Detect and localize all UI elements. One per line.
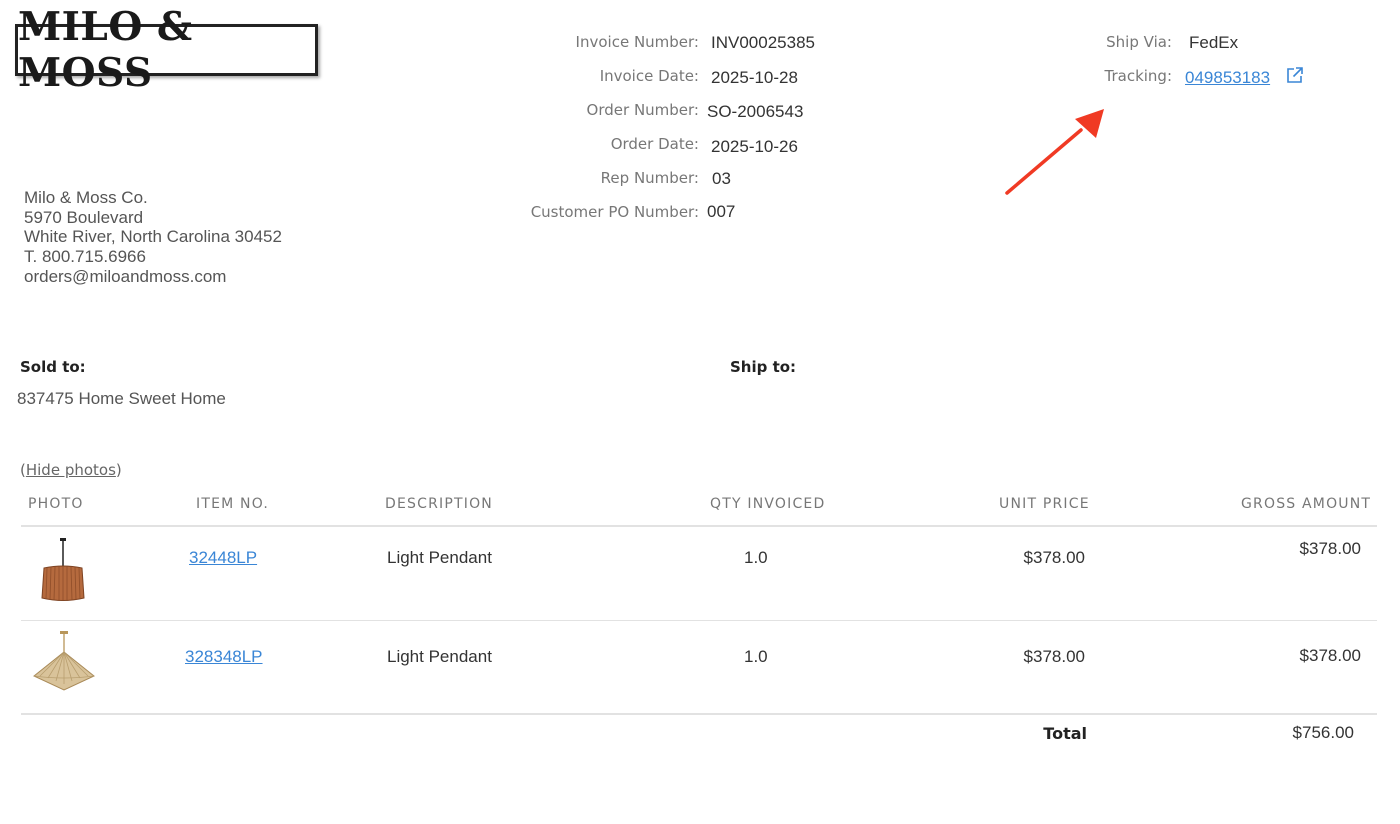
external-link-icon[interactable] bbox=[1285, 65, 1305, 85]
tracking-number-link[interactable]: 049853183 bbox=[1185, 68, 1270, 88]
total-value: $756.00 bbox=[1292, 723, 1354, 742]
item-qty: 1.0 bbox=[744, 647, 768, 666]
table-footer-divider bbox=[21, 713, 1377, 715]
tracking-label: Tracking: bbox=[1104, 67, 1173, 85]
sold-to-value: 837475 Home Sweet Home bbox=[17, 389, 226, 408]
column-header-unit-price: UNIT PRICE bbox=[999, 496, 1090, 512]
item-number-link[interactable]: 32448LP bbox=[189, 548, 257, 568]
ship-to-heading: Ship to: bbox=[730, 358, 797, 376]
order-date-label: Order Date: bbox=[610, 135, 699, 153]
invoice-date-label: Invoice Date: bbox=[599, 67, 699, 85]
item-gross-amount: $378.00 bbox=[1299, 646, 1361, 665]
invoice-number-label: Invoice Number: bbox=[575, 33, 699, 51]
hide-photos-close-paren: ) bbox=[115, 461, 122, 479]
table-header-divider bbox=[21, 525, 1377, 527]
brand-logo: MILO & MOSS bbox=[15, 4, 318, 96]
order-number-value: SO-2006543 bbox=[707, 102, 804, 121]
ship-via-label: Ship Via: bbox=[1106, 33, 1172, 51]
order-number-label: Order Number: bbox=[586, 101, 699, 119]
order-date-value: 2025-10-26 bbox=[711, 137, 798, 156]
column-header-gross-amount: GROSS AMOUNT bbox=[1241, 496, 1372, 512]
saucer-pendant-light-photo bbox=[33, 631, 95, 691]
drum-pendant-light-photo bbox=[41, 538, 85, 601]
item-gross-amount: $378.00 bbox=[1299, 539, 1361, 558]
ship-via-value: FedEx bbox=[1189, 33, 1239, 52]
item-description: Light Pendant bbox=[387, 647, 492, 666]
brand-logo-text: MILO & MOSS bbox=[18, 4, 193, 96]
hide-photos-toggle: (Hide photos) bbox=[20, 461, 122, 479]
column-header-qty-invoiced: QTY INVOICED bbox=[710, 496, 826, 512]
column-header-description: DESCRIPTION bbox=[385, 496, 493, 512]
item-qty: 1.0 bbox=[744, 548, 768, 567]
company-address: Milo & Moss Co. 5970 Boulevard White Riv… bbox=[24, 188, 282, 287]
customer-po-label: Customer PO Number: bbox=[530, 203, 699, 221]
item-unit-price: $378.00 bbox=[1023, 548, 1085, 567]
company-phone: T. 800.715.6966 bbox=[24, 247, 146, 267]
company-street: 5970 Boulevard bbox=[24, 207, 144, 227]
column-header-photo: PHOTO bbox=[28, 496, 84, 512]
column-header-item-no: ITEM NO. bbox=[196, 496, 270, 512]
rep-number-value: 03 bbox=[712, 169, 731, 188]
company-name: Milo & Moss Co. bbox=[24, 188, 148, 207]
invoice-date-value: 2025-10-28 bbox=[711, 68, 798, 87]
item-number-link[interactable]: 328348LP bbox=[185, 647, 263, 667]
item-description: Light Pendant bbox=[387, 548, 492, 567]
total-label: Total bbox=[1043, 724, 1087, 743]
hide-photos-link[interactable]: Hide photos bbox=[26, 461, 116, 479]
sold-to-heading: Sold to: bbox=[20, 358, 86, 376]
row-divider bbox=[21, 620, 1377, 621]
company-city-state-zip: White River, North Carolina 30452 bbox=[24, 227, 282, 247]
customer-po-value: 007 bbox=[707, 202, 736, 221]
rep-number-label: Rep Number: bbox=[600, 169, 699, 187]
company-email: orders@miloandmoss.com bbox=[24, 266, 227, 286]
item-unit-price: $378.00 bbox=[1023, 647, 1085, 666]
invoice-number-value: INV00025385 bbox=[711, 33, 815, 52]
annotation-arrow bbox=[1005, 109, 1104, 195]
